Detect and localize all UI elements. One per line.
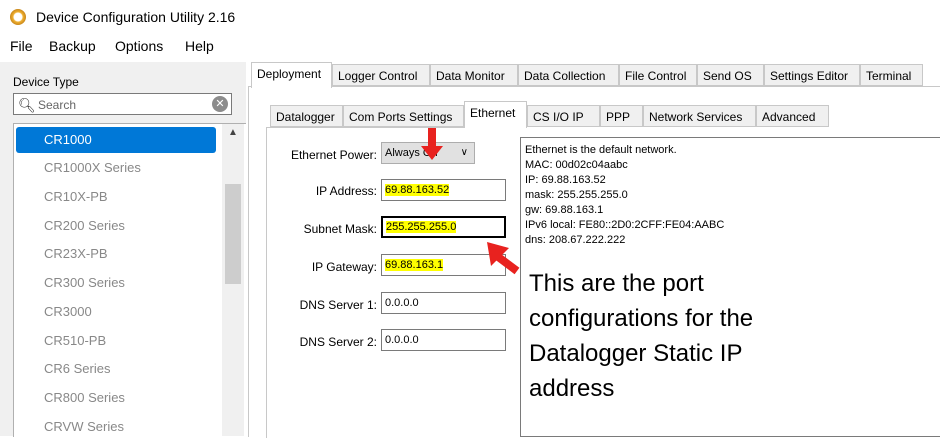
annotation-arrows [421, 128, 520, 275]
down-arrow-icon [421, 128, 443, 160]
tab-deployment[interactable]: Deployment [251, 62, 332, 88]
diagonal-arrow-icon [487, 242, 520, 275]
tab-ethernet[interactable]: Ethernet [464, 101, 527, 128]
